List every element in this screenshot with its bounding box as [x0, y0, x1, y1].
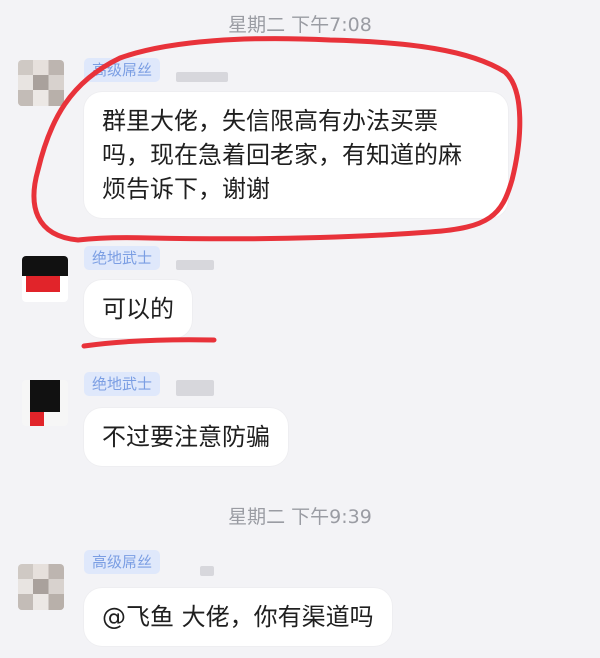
avatar[interactable]: [18, 60, 64, 106]
avatar-graphic: [30, 380, 60, 412]
avatar-graphic: [30, 412, 44, 426]
message-text-line: 吗，现在急着回老家，有知道的麻: [102, 141, 462, 169]
avatar-graphic: [26, 276, 60, 292]
sender-badge: 高级屌丝: [84, 550, 161, 574]
sender-badge: 高级屌丝: [84, 58, 161, 82]
blurred-member-tag: [200, 566, 214, 576]
message-bubble[interactable]: 可以的: [84, 280, 192, 338]
sender-badge: 绝地武士: [84, 246, 161, 270]
timestamp: 星期二 下午7:08: [228, 14, 372, 36]
sender-badge: 绝地武士: [84, 372, 161, 396]
blurred-member-tag: [176, 72, 228, 82]
avatar-graphic: [22, 256, 68, 276]
message-text-line: 可以的: [102, 295, 174, 323]
message-bubble[interactable]: 不过要注意防骗: [84, 408, 288, 466]
message-bubble[interactable]: @飞鱼 大佬，你有渠道吗: [84, 588, 392, 646]
avatar[interactable]: [22, 256, 68, 302]
blurred-member-tag: [176, 380, 214, 396]
message-text-line: @飞鱼 大佬，你有渠道吗: [102, 603, 374, 631]
timestamp: 星期二 下午9:39: [228, 506, 372, 528]
red-underline-annotation: [81, 337, 217, 349]
message-text-line: 不过要注意防骗: [102, 423, 270, 451]
message-text-line: 烦告诉下，谢谢: [102, 175, 270, 203]
blurred-member-tag: [176, 260, 214, 270]
avatar[interactable]: [22, 380, 68, 426]
message-text-line: 群里大佬，失信限高有办法买票: [102, 107, 438, 135]
avatar[interactable]: [18, 564, 64, 610]
message-bubble[interactable]: 群里大佬，失信限高有办法买票 吗，现在急着回老家，有知道的麻 烦告诉下，谢谢: [84, 92, 508, 218]
